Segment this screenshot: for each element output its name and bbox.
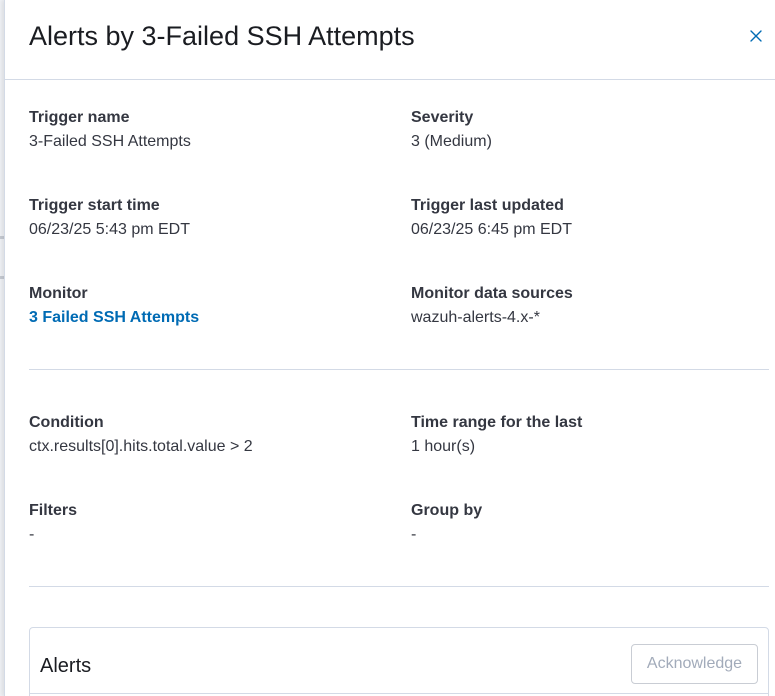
close-button[interactable] <box>746 26 766 46</box>
condition-field: Condition ctx.results[0].hits.total.valu… <box>29 413 389 457</box>
monitor-field: Monitor 3 Failed SSH Attempts <box>29 284 389 328</box>
trigger-last-updated-value: 06/23/25 6:45 pm EDT <box>411 221 572 238</box>
monitor-data-sources-label: Monitor data sources <box>411 285 573 302</box>
trigger-name-field: Trigger name 3-Failed SSH Attempts <box>29 108 389 152</box>
time-range-label: Time range for the last <box>411 414 583 431</box>
trigger-name-label: Trigger name <box>29 109 130 126</box>
severity-label: Severity <box>411 109 474 126</box>
monitor-data-sources-value: wazuh-alerts-4.x-* <box>411 309 540 326</box>
severity-field: Severity 3 (Medium) <box>411 108 771 152</box>
time-range-field: Time range for the last 1 hour(s) <box>411 413 771 457</box>
filters-label: Filters <box>29 502 78 519</box>
filters-value: - <box>29 526 35 543</box>
flyout-title: Alerts by 3-Failed SSH Attempts <box>29 21 415 51</box>
monitor-data-sources-field: Monitor data sources wazuh-alerts-4.x-* <box>411 284 771 328</box>
trigger-name-value: 3-Failed SSH Attempts <box>29 133 191 150</box>
section-divider <box>29 369 769 370</box>
condition-value: ctx.results[0].hits.total.value > 2 <box>29 438 253 455</box>
severity-value: 3 (Medium) <box>411 133 492 150</box>
filters-field: Filters - <box>29 501 389 545</box>
alerts-panel: Alerts Acknowledge <box>29 627 769 696</box>
alerts-flyout: Alerts by 3-Failed SSH Attempts Trigger … <box>4 0 775 696</box>
section-divider <box>29 586 769 587</box>
alerts-panel-title: Alerts <box>40 655 92 677</box>
condition-label: Condition <box>29 414 104 431</box>
trigger-start-time-value: 06/23/25 5:43 pm EDT <box>29 221 190 238</box>
acknowledge-button[interactable]: Acknowledge <box>631 644 758 684</box>
trigger-start-time-field: Trigger start time 06/23/25 5:43 pm EDT <box>29 196 389 240</box>
group-by-field: Group by - <box>411 501 771 545</box>
trigger-start-time-label: Trigger start time <box>29 197 160 214</box>
group-by-value: - <box>411 526 417 543</box>
flyout-header: Alerts by 3-Failed SSH Attempts <box>5 0 775 80</box>
monitor-link[interactable]: 3 Failed SSH Attempts <box>29 308 199 328</box>
close-icon <box>750 30 762 42</box>
group-by-label: Group by <box>411 502 483 519</box>
time-range-value: 1 hour(s) <box>411 438 476 455</box>
trigger-last-updated-label: Trigger last updated <box>411 197 564 214</box>
alerts-panel-separator <box>30 693 768 694</box>
monitor-label: Monitor <box>29 285 88 302</box>
trigger-last-updated-field: Trigger last updated 06/23/25 6:45 pm ED… <box>411 196 771 240</box>
